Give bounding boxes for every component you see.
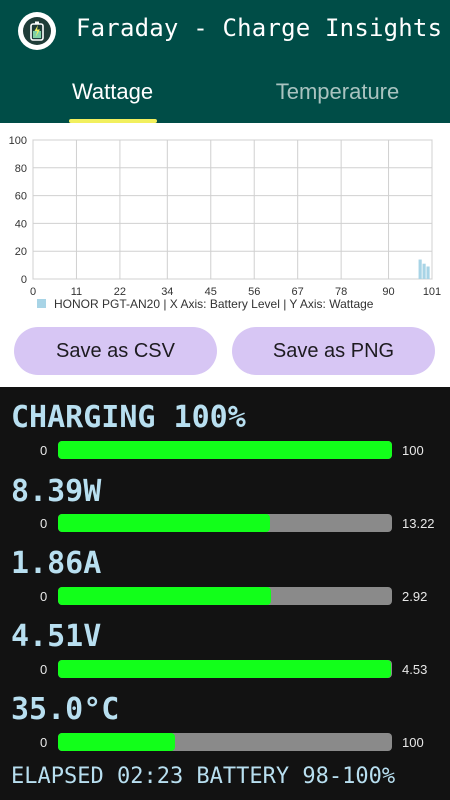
x-tick-label: 101 (423, 286, 441, 298)
bar-max-label: 100 (402, 735, 424, 750)
save-csv-button[interactable]: Save as CSV (14, 327, 217, 375)
bar-fill (58, 441, 392, 459)
wattage-chart: 020406080100 0 11 22 34 45 56 67 78 90 101 HONOR … (9, 135, 442, 311)
bar-min-label: 0 (40, 662, 48, 677)
y-tick-label: 20 (15, 246, 27, 258)
save-png-button[interactable]: Save as PNG (232, 327, 435, 375)
battery-charging-icon (18, 12, 56, 50)
bar-fill (58, 587, 271, 605)
temperature-label: 35.0°C (11, 692, 120, 727)
charging-status-label: CHARGING 100% (11, 400, 246, 435)
bar-min-label: 0 (40, 589, 48, 604)
current-label: 1.86A (11, 546, 102, 581)
chart-bar (418, 259, 422, 279)
current-bar (58, 587, 392, 605)
y-axis-ticks: 0 20 40 60 80 100 (9, 135, 27, 286)
voltage-bar (58, 660, 392, 678)
voltage-label: 4.51V (11, 619, 102, 654)
y-tick-label: 60 (15, 191, 27, 203)
elapsed-status: ELAPSED 02:23 BATTERY 98-100% (11, 764, 396, 789)
legend-label: HONOR PGT-AN20 | X Axis: Battery Level |… (54, 297, 374, 311)
wattage-bar (58, 514, 392, 532)
bar-fill (58, 660, 391, 678)
bar-max-label: 2.92 (402, 589, 428, 604)
bar-max-label: 100 (402, 443, 424, 458)
charge-level-bar (58, 441, 392, 459)
tab-temperature[interactable]: Temperature (225, 61, 450, 123)
app-bar: Faraday - Charge Insights (0, 0, 450, 61)
bar-min-label: 0 (40, 443, 48, 458)
bar-min-label: 0 (40, 516, 48, 531)
bar-fill (58, 733, 175, 751)
temperature-bar (58, 733, 392, 751)
wattage-label: 8.39W (11, 474, 102, 509)
y-tick-label: 40 (15, 218, 27, 230)
x-tick-label: 90 (382, 286, 394, 298)
chart-bars (418, 259, 430, 279)
chart-bar (426, 266, 430, 279)
legend-swatch (37, 299, 46, 308)
bar-max-label: 13.22 (402, 516, 435, 531)
tab-bar: Wattage Temperature (0, 61, 450, 123)
chart-grid (32, 139, 433, 280)
app-title: Faraday - Charge Insights (76, 14, 443, 42)
bar-fill (58, 514, 271, 532)
tab-wattage[interactable]: Wattage (0, 61, 225, 123)
x-tick-label: 0 (30, 286, 36, 298)
chart-bar (422, 263, 426, 279)
y-tick-label: 0 (21, 274, 27, 286)
y-tick-label: 80 (15, 163, 27, 175)
y-tick-label: 100 (9, 135, 27, 147)
bar-max-label: 4.53 (402, 662, 428, 677)
bar-min-label: 0 (40, 735, 48, 750)
plot-frame (32, 139, 433, 280)
